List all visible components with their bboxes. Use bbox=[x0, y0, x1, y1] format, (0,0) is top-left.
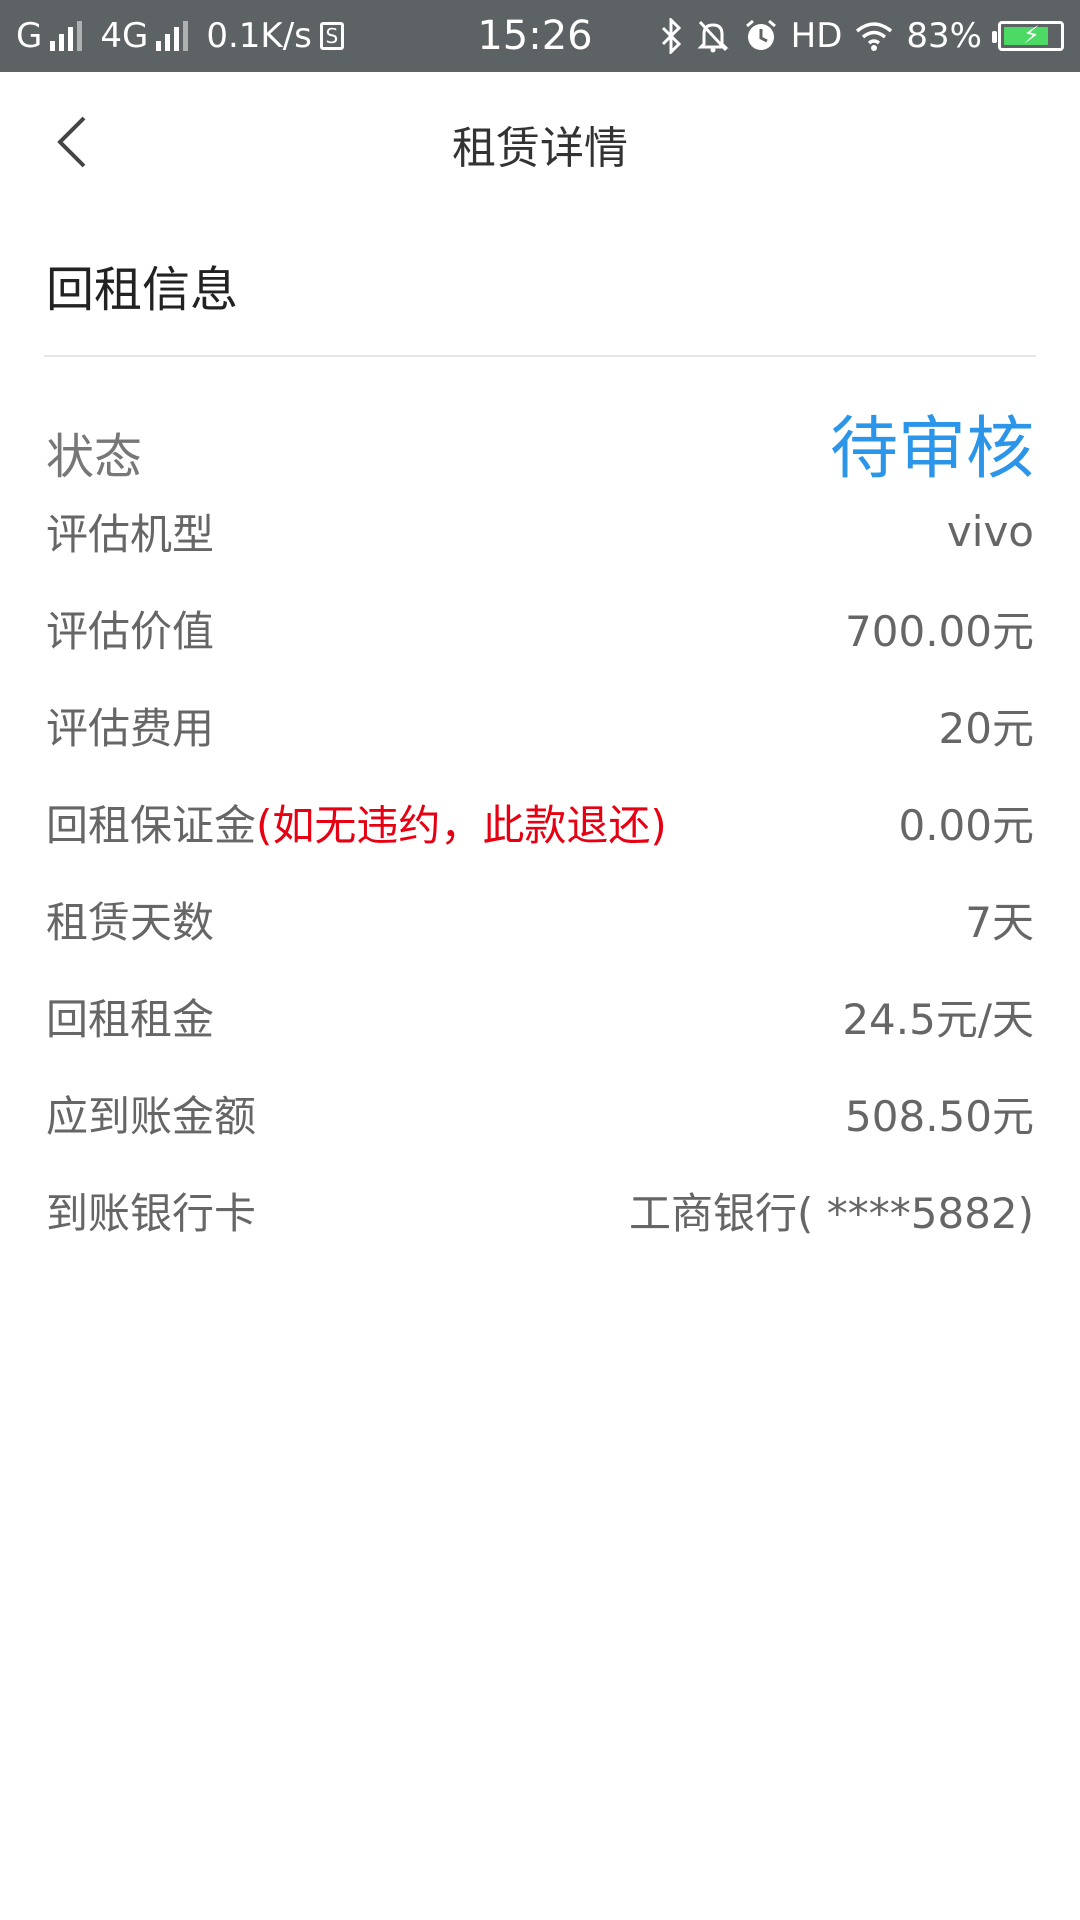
detail-label: 评估费用 bbox=[46, 703, 215, 753]
detail-row-bank-card: 到账银行卡 工商银行( ****5882) bbox=[46, 1176, 1034, 1244]
signal-icon-2 bbox=[156, 21, 189, 51]
battery-percent: 83% bbox=[906, 16, 982, 56]
detail-label: 应到账金额 bbox=[46, 1091, 257, 1141]
alarm-icon bbox=[745, 19, 776, 50]
status-bar: G 4G 0.1K/s S 15:26 HD 83% ⚡ bbox=[0, 0, 1080, 72]
page-title: 租赁详情 bbox=[452, 123, 628, 174]
net-speed: 0.1K/s bbox=[206, 16, 312, 56]
detail-label: 回租租金 bbox=[46, 994, 215, 1044]
detail-value: 24.5元/天 bbox=[842, 994, 1034, 1044]
detail-value: 0.00元 bbox=[898, 800, 1034, 850]
sim1-label: G bbox=[16, 16, 43, 56]
detail-row-deposit: 回租保证金(如无违约，此款退还) 0.00元 bbox=[46, 788, 1034, 856]
wifi-icon bbox=[856, 22, 893, 51]
status-time: 15:26 bbox=[477, 13, 593, 59]
detail-row-fee: 评估费用 20元 bbox=[46, 691, 1034, 759]
nav-bar: 租赁详情 bbox=[0, 72, 1080, 208]
section-divider bbox=[44, 355, 1036, 357]
deposit-label: 回租保证金 bbox=[46, 800, 257, 850]
status-bar-left: G 4G 0.1K/s S bbox=[16, 16, 436, 56]
detail-value: vivo bbox=[946, 506, 1034, 556]
status-value: 待审核 bbox=[829, 409, 1034, 489]
detail-label: 到账银行卡 bbox=[46, 1188, 257, 1238]
status-label: 状态 bbox=[46, 429, 143, 485]
battery-icon: ⚡ bbox=[992, 21, 1064, 51]
detail-value: 700.00元 bbox=[845, 606, 1034, 656]
detail-value: 508.50元 bbox=[845, 1091, 1034, 1141]
deposit-refund-note: (如无违约，此款退还) bbox=[256, 800, 667, 850]
detail-label: 租赁天数 bbox=[46, 897, 215, 947]
detail-label: 评估机型 bbox=[46, 509, 215, 559]
detail-label: 回租保证金(如无违约，此款退还) bbox=[46, 792, 667, 853]
detail-row-rent: 回租租金 24.5元/天 bbox=[46, 982, 1034, 1050]
section-title: 回租信息 bbox=[46, 262, 239, 318]
status-row: 状态 待审核 bbox=[46, 402, 1034, 489]
charging-bolt-icon: ⚡ bbox=[1023, 21, 1040, 49]
detail-row-model: 评估机型 vivo bbox=[46, 497, 1034, 565]
detail-value: 20元 bbox=[938, 703, 1034, 753]
sim2-label: 4G bbox=[100, 16, 149, 56]
bluetooth-icon bbox=[661, 18, 681, 54]
detail-label: 评估价值 bbox=[46, 606, 215, 656]
signal-icon bbox=[50, 21, 83, 51]
s-app-icon: S bbox=[319, 22, 344, 50]
hd-label: HD bbox=[790, 16, 843, 56]
detail-value: 工商银行( ****5882) bbox=[628, 1188, 1034, 1238]
detail-value: 7天 bbox=[965, 897, 1034, 947]
detail-row-days: 租赁天数 7天 bbox=[46, 885, 1034, 953]
s-app-icon-label: S bbox=[325, 24, 339, 48]
detail-row-amount: 应到账金额 508.50元 bbox=[46, 1079, 1034, 1147]
mute-bell-icon bbox=[697, 20, 729, 53]
status-bar-right: HD 83% ⚡ bbox=[634, 16, 1064, 56]
detail-row-value: 评估价值 700.00元 bbox=[46, 594, 1034, 662]
